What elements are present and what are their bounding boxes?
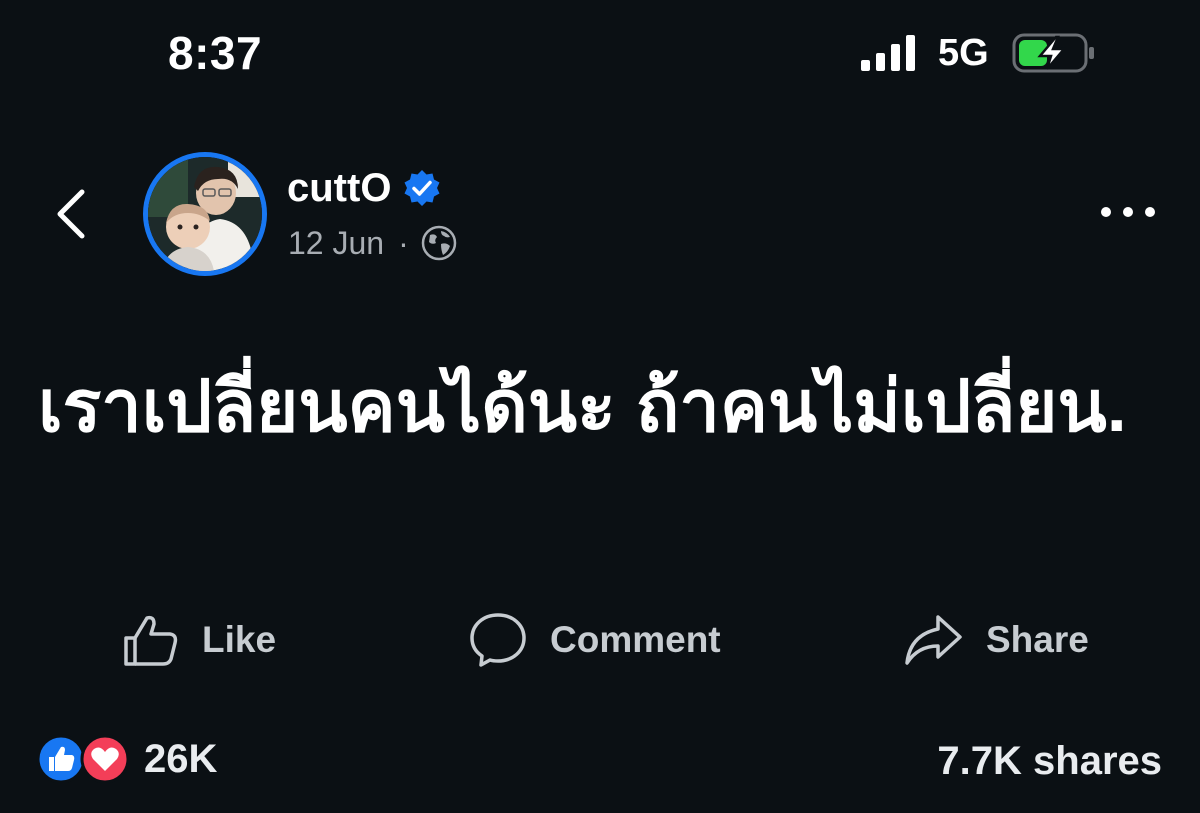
comment-label: Comment <box>550 619 721 660</box>
post-meta: 12 Jun · <box>288 222 457 264</box>
like-reaction-icon <box>36 734 86 784</box>
author-name[interactable]: cuttO <box>287 164 391 212</box>
comment-button[interactable]: Comment <box>468 608 721 672</box>
post-text: เราเปลี่ยนคนได้นะ ถ้าคนไม่เปลี่ยน. <box>38 367 1127 447</box>
share-arrow-icon <box>905 615 962 665</box>
avatar[interactable] <box>143 152 267 276</box>
more-horizontal-icon[interactable] <box>1096 200 1160 224</box>
status-time: 8:37 <box>168 27 263 79</box>
reactions-summary[interactable]: 26K <box>36 734 217 784</box>
avatar-photo <box>148 157 262 271</box>
shares-count[interactable]: 7.7K shares <box>937 737 1162 785</box>
comment-bubble-icon <box>470 613 526 667</box>
battery-charging-icon <box>1012 33 1094 73</box>
thumbs-up-icon <box>124 615 178 666</box>
chevron-left-icon[interactable] <box>50 184 92 244</box>
reaction-count: 26K <box>144 736 218 781</box>
meta-separator: · <box>398 225 409 261</box>
share-label: Share <box>986 619 1089 660</box>
like-button[interactable]: Like <box>120 608 276 672</box>
network-type: 5G <box>938 32 989 74</box>
globe-icon <box>421 225 456 261</box>
share-button[interactable]: Share <box>902 608 1089 672</box>
verified-badge-icon <box>404 170 440 206</box>
signal-bars-icon <box>861 35 915 71</box>
post-date[interactable]: 12 Jun <box>288 222 384 264</box>
like-label: Like <box>202 619 277 660</box>
love-reaction-icon <box>80 734 130 784</box>
author-row: cuttO <box>287 164 441 212</box>
